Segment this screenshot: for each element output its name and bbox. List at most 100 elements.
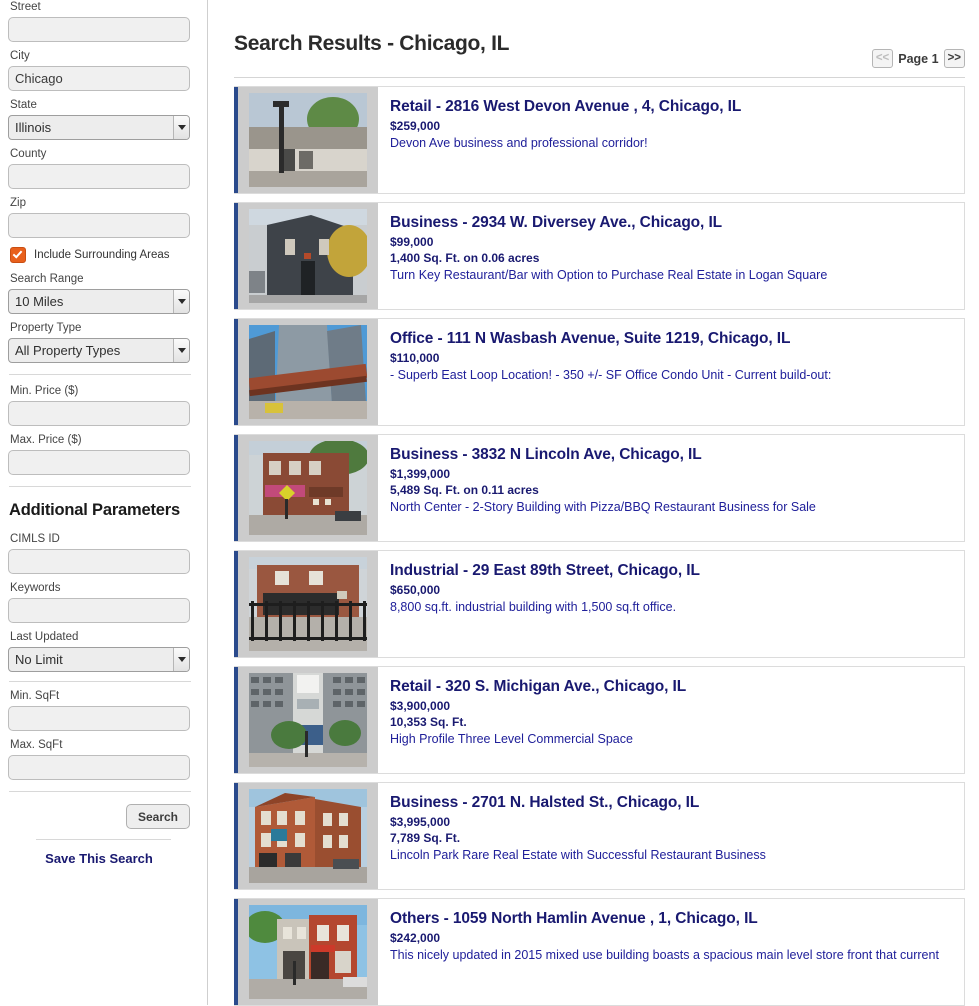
- listing-details: Retail - 320 S. Michigan Ave., Chicago, …: [378, 667, 964, 773]
- search-button[interactable]: Search: [125, 804, 190, 829]
- listing-thumbnail-panel: [238, 551, 378, 658]
- range-type-fields-group: Search Range 10 Miles Property Type All Pro…: [8, 272, 198, 363]
- listing-title[interactable]: Business - 2701 N. Halsted St., Chicago,…: [390, 793, 950, 812]
- filter-field-max-sqft: Max. SqFt: [8, 738, 198, 780]
- select-search-range[interactable]: 10 Miles: [8, 289, 190, 314]
- listing-description: High Profile Three Level Commercial Spac…: [390, 732, 633, 747]
- listing-description: 8,800 sq.ft. industrial building with 1,…: [390, 600, 677, 615]
- sqft-fields-group: Min. SqFt Max. SqFt: [8, 689, 198, 780]
- filter-field-city: City: [8, 49, 198, 91]
- listing-thumbnail-panel: [238, 435, 378, 542]
- filter-field-max-price: Max. Price ($): [8, 433, 198, 475]
- brick-corner-restaurant-photo[interactable]: [249, 441, 367, 536]
- input-min-price[interactable]: [8, 401, 190, 426]
- input-cimls-id[interactable]: [8, 549, 190, 574]
- select-property-type[interactable]: All Property Types: [8, 338, 190, 363]
- save-this-search-link[interactable]: Save This Search: [8, 851, 190, 866]
- listing-price: $259,000: [390, 119, 441, 134]
- filter-field-state: State Illinois: [8, 98, 198, 140]
- input-min-sqft[interactable]: [8, 706, 190, 731]
- field-label: Max. Price ($): [10, 434, 82, 446]
- listing-card[interactable]: Retail - 2816 West Devon Avenue , 4, Chi…: [234, 86, 965, 195]
- listing-card[interactable]: Retail - 320 S. Michigan Ave., Chicago, …: [234, 666, 965, 775]
- filter-field-county: County: [8, 147, 198, 189]
- include-surrounding-areas-label: Include Surrounding Areas: [34, 249, 170, 261]
- listing-description: This nicely updated in 2015 mixed use bu…: [390, 948, 939, 963]
- listing-card[interactable]: Business - 3832 N Lincoln Ave, Chicago, …: [234, 434, 965, 543]
- field-label: Min. Price ($): [10, 385, 79, 397]
- select-last-updated[interactable]: No Limit: [8, 647, 190, 672]
- listing-thumbnail-panel: [238, 319, 378, 426]
- input-street[interactable]: [8, 17, 190, 42]
- search-filters-sidebar: Street City State Illinois County Zip Include…: [0, 0, 208, 1005]
- listing-card[interactable]: Others - 1059 North Hamlin Avenue , 1, C…: [234, 898, 965, 1006]
- listing-title[interactable]: Business - 3832 N Lincoln Ave, Chicago, …: [390, 445, 950, 464]
- brick-warehouse-fence-photo[interactable]: [249, 557, 367, 652]
- listing-thumbnail-panel: [238, 87, 378, 194]
- field-label: Keywords: [10, 582, 61, 594]
- results-header: Search Results - Chicago, IL << Page 1 >…: [234, 0, 965, 79]
- sidebar-divider-1: [9, 374, 191, 375]
- dark-corner-building-photo[interactable]: [249, 209, 367, 304]
- pagination-controls: << Page 1 >>: [871, 49, 965, 70]
- checkbox-checked-icon[interactable]: [10, 247, 26, 263]
- listing-title[interactable]: Business - 2934 W. Diversey Ave., Chicag…: [390, 213, 950, 232]
- storefront-awning-photo[interactable]: [249, 93, 367, 188]
- page-title: Search Results - Chicago, IL: [234, 32, 510, 56]
- listing-card[interactable]: Office - 111 N Wasbash Avenue, Suite 121…: [234, 318, 965, 427]
- select-state[interactable]: Illinois: [8, 115, 190, 140]
- listing-details: Others - 1059 North Hamlin Avenue , 1, C…: [378, 899, 964, 1005]
- listing-card[interactable]: Business - 2701 N. Halsted St., Chicago,…: [234, 782, 965, 891]
- input-city[interactable]: [8, 66, 190, 91]
- input-max-price[interactable]: [8, 450, 190, 475]
- input-county[interactable]: [8, 164, 190, 189]
- listing-details: Business - 3832 N Lincoln Ave, Chicago, …: [378, 435, 964, 541]
- listing-title[interactable]: Office - 111 N Wasbash Avenue, Suite 121…: [390, 329, 950, 348]
- field-label: Search Range: [10, 273, 84, 285]
- filter-field-min-sqft: Min. SqFt: [8, 689, 198, 731]
- listing-title[interactable]: Others - 1059 North Hamlin Avenue , 1, C…: [390, 909, 950, 928]
- red-mixed-use-building-photo[interactable]: [249, 905, 367, 1000]
- filter-field-last-updated: Last Updated No Limit: [8, 630, 198, 672]
- chevron-down-icon[interactable]: [173, 339, 189, 362]
- sidebar-divider-5: [35, 839, 171, 840]
- red-brick-greystone-photo[interactable]: [249, 789, 367, 884]
- listing-price: $650,000: [390, 583, 441, 598]
- filter-field-property-type: Property Type All Property Types: [8, 321, 198, 363]
- listing-title[interactable]: Retail - 320 S. Michigan Ave., Chicago, …: [390, 677, 950, 696]
- chevron-down-icon[interactable]: [173, 648, 189, 671]
- chevron-down-icon[interactable]: [173, 290, 189, 313]
- include-surrounding-areas-row[interactable]: Include Surrounding Areas: [10, 247, 198, 263]
- filter-field-keywords: Keywords: [8, 581, 198, 623]
- field-label: Property Type: [10, 322, 82, 334]
- filter-field-min-price: Min. Price ($): [8, 384, 198, 426]
- listing-size: 7,789 Sq. Ft.: [390, 831, 461, 846]
- next-page-button[interactable]: >>: [943, 49, 965, 69]
- highrise-el-train-photo[interactable]: [249, 325, 367, 420]
- chevron-down-icon[interactable]: [173, 116, 189, 139]
- listing-description: Lincoln Park Rare Real Estate with Succe…: [390, 848, 766, 863]
- input-max-sqft[interactable]: [8, 755, 190, 780]
- listing-card[interactable]: Business - 2934 W. Diversey Ave., Chicag…: [234, 202, 965, 311]
- input-zip[interactable]: [8, 213, 190, 238]
- listing-title[interactable]: Industrial - 29 East 89th Street, Chicag…: [390, 561, 950, 580]
- listing-description: Devon Ave business and professional corr…: [390, 136, 648, 151]
- filter-field-street: Street: [8, 0, 198, 42]
- listing-details: Business - 2934 W. Diversey Ave., Chicag…: [378, 203, 964, 309]
- listing-results-list: Retail - 2816 West Devon Avenue , 4, Chi…: [234, 78, 965, 1006]
- listing-description: North Center - 2-Story Building with Piz…: [390, 500, 816, 515]
- select-value: Illinois: [15, 120, 52, 135]
- input-keywords[interactable]: [8, 598, 190, 623]
- listing-card[interactable]: Industrial - 29 East 89th Street, Chicag…: [234, 550, 965, 659]
- listing-title[interactable]: Retail - 2816 West Devon Avenue , 4, Chi…: [390, 97, 950, 116]
- listing-size: 1,400 Sq. Ft. on 0.06 acres: [390, 251, 540, 266]
- tall-office-facade-photo[interactable]: [249, 673, 367, 768]
- previous-page-button[interactable]: <<: [871, 49, 894, 69]
- listing-thumbnail-panel: [238, 667, 378, 774]
- additional-parameters-heading: Additional Parameters: [9, 501, 180, 519]
- listing-thumbnail-panel: [238, 203, 378, 310]
- listing-price: $1,399,000: [390, 467, 451, 482]
- listing-price: $99,000: [390, 235, 434, 250]
- price-fields-group: Min. Price ($) Max. Price ($): [8, 384, 198, 475]
- listing-thumbnail-panel: [238, 899, 378, 1006]
